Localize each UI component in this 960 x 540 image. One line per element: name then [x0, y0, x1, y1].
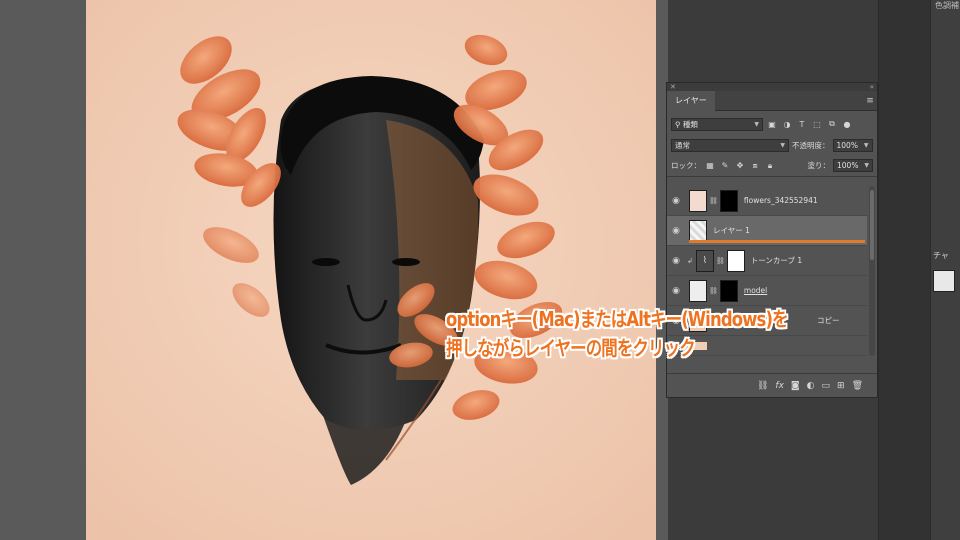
panel-tabbar: レイヤー ≡ [667, 90, 877, 111]
filter-toggle-icon[interactable]: ● [841, 118, 853, 130]
layer-thumbnail [689, 279, 707, 302]
blend-mode-value: 通常 [675, 140, 690, 150]
clip-arrow-icon: ↲ [687, 256, 693, 265]
caption-line-2: 押しながらレイヤーの間をクリック [446, 336, 696, 360]
search-icon: ⚲ [675, 119, 681, 129]
opacity-label: 不透明度： [792, 140, 830, 150]
blend-row: 通常 ▼ 不透明度： 100% ▼ [667, 135, 877, 155]
canvas-area[interactable] [0, 0, 668, 540]
portrait-artwork [86, 0, 656, 540]
lock-row: ロック： ▦ ✎ ✥ ⧈ 🔒︎ 塗り： 100% ▼ [667, 155, 877, 177]
layer-row-model[interactable]: ◉ ⛓ model [667, 276, 867, 306]
new-layer-icon[interactable]: ⊞ [837, 381, 845, 391]
layer-name: トーンカーブ 1 [750, 256, 803, 265]
mask-thumbnail[interactable] [719, 279, 738, 302]
adjustment-filter-icon[interactable]: ◑ [781, 118, 793, 130]
mask-icon[interactable]: ◙ [791, 381, 800, 391]
layer-thumbnail [689, 189, 707, 212]
type-filter-icon[interactable]: T [796, 118, 808, 130]
instruction-caption: optionキー(Mac)またはAltキー(Windows)を 押しながらレイヤ… [446, 305, 946, 363]
pixel-filter-icon[interactable]: ▣ [766, 118, 778, 130]
panel-menu-icon[interactable]: ≡ [863, 96, 877, 106]
tab-layers[interactable]: レイヤー [667, 90, 715, 111]
layer-name: model [743, 286, 768, 295]
far-right-panel-dock: 色調補 チャ [930, 0, 960, 540]
scrollbar-thumb[interactable] [870, 190, 874, 260]
link-icon: ⛓ [709, 196, 718, 205]
folder-icon[interactable]: ▭ [822, 381, 831, 391]
visibility-eye-icon[interactable]: ◉ [667, 256, 685, 266]
visibility-eye-icon[interactable]: ◉ [667, 196, 685, 206]
layer-name: flowers_342552941 [743, 196, 818, 205]
channel-thumbnail[interactable] [933, 270, 955, 292]
lock-label: ロック： [671, 161, 701, 170]
chevron-down-icon: ▼ [864, 162, 869, 169]
channels-panel-label[interactable]: チャ [933, 250, 949, 261]
link-icon: ⛓ [709, 286, 718, 295]
blend-mode-select[interactable]: 通常 ▼ [671, 138, 789, 152]
lock-pixels-icon[interactable]: ✎ [719, 160, 731, 172]
mask-thumbnail[interactable] [719, 189, 738, 212]
fx-icon[interactable]: fx [775, 381, 784, 391]
curves-adjustment-icon: ⌇ [695, 249, 714, 272]
visibility-eye-icon[interactable]: ◉ [667, 226, 685, 236]
filter-kind-label: 種類 [682, 119, 698, 129]
artwork-canvas[interactable] [86, 0, 656, 540]
layer-row-curves[interactable]: ◉ ↲ ⌇ ⛓ トーンカーブ 1 [667, 246, 867, 276]
opacity-input[interactable]: 100% ▼ [832, 138, 873, 152]
layer-row-flowers[interactable]: ◉ ⛓ flowers_342552941 [667, 186, 867, 216]
lock-transparency-icon[interactable]: ▦ [704, 160, 716, 172]
trash-icon[interactable]: 🗑︎ [852, 381, 863, 391]
adjustment-icon[interactable]: ◐ [807, 381, 815, 391]
fill-value: 100% [837, 161, 859, 170]
caption-line-1: optionキー(Mac)またはAltキー(Windows)を [446, 307, 789, 331]
collapse-icon[interactable]: « [870, 83, 874, 91]
chevron-down-icon: ▼ [754, 120, 759, 128]
filter-kind-select[interactable]: ⚲ 種類 ▼ [671, 117, 763, 131]
opacity-value: 100% [836, 140, 858, 150]
lock-position-icon[interactable]: ✥ [734, 160, 746, 172]
layer-name: レイヤー 1 [713, 226, 750, 235]
layers-bottom-toolbar: ⛓ fx ◙ ◐ ▭ ⊞ 🗑︎ [667, 373, 877, 397]
fill-label: 塗り： [807, 161, 831, 170]
chevron-down-icon: ▼ [863, 141, 869, 149]
lock-artboard-icon[interactable]: ⧈ [749, 160, 761, 172]
shape-filter-icon[interactable]: ⬚ [811, 118, 823, 130]
smart-object-filter-icon[interactable]: ⧉ [826, 118, 838, 130]
adjustments-panel-label[interactable]: 色調補 [935, 0, 959, 11]
link-icon: ⛓ [715, 256, 725, 265]
visibility-eye-icon[interactable]: ◉ [667, 286, 685, 296]
lock-all-icon[interactable]: 🔒︎ [764, 160, 776, 172]
fill-input[interactable]: 100% ▼ [833, 159, 873, 172]
mask-thumbnail[interactable] [726, 249, 745, 272]
collapsed-panel-dock [878, 0, 930, 540]
layer-thumbnail [689, 219, 707, 242]
chevron-down-icon: ▼ [780, 141, 785, 149]
filter-row: ⚲ 種類 ▼ ▣ ◑ T ⬚ ⧉ ● [667, 113, 877, 135]
link-icon[interactable]: ⛓ [757, 381, 768, 391]
photoshop-workspace: 色調補 チャ ✕ « レイヤー ≡ ⚲ 種類 ▼ ▣ ◑ T ⬚ ⧉ ● 通常 … [0, 0, 960, 540]
clip-insertion-indicator [689, 240, 865, 243]
